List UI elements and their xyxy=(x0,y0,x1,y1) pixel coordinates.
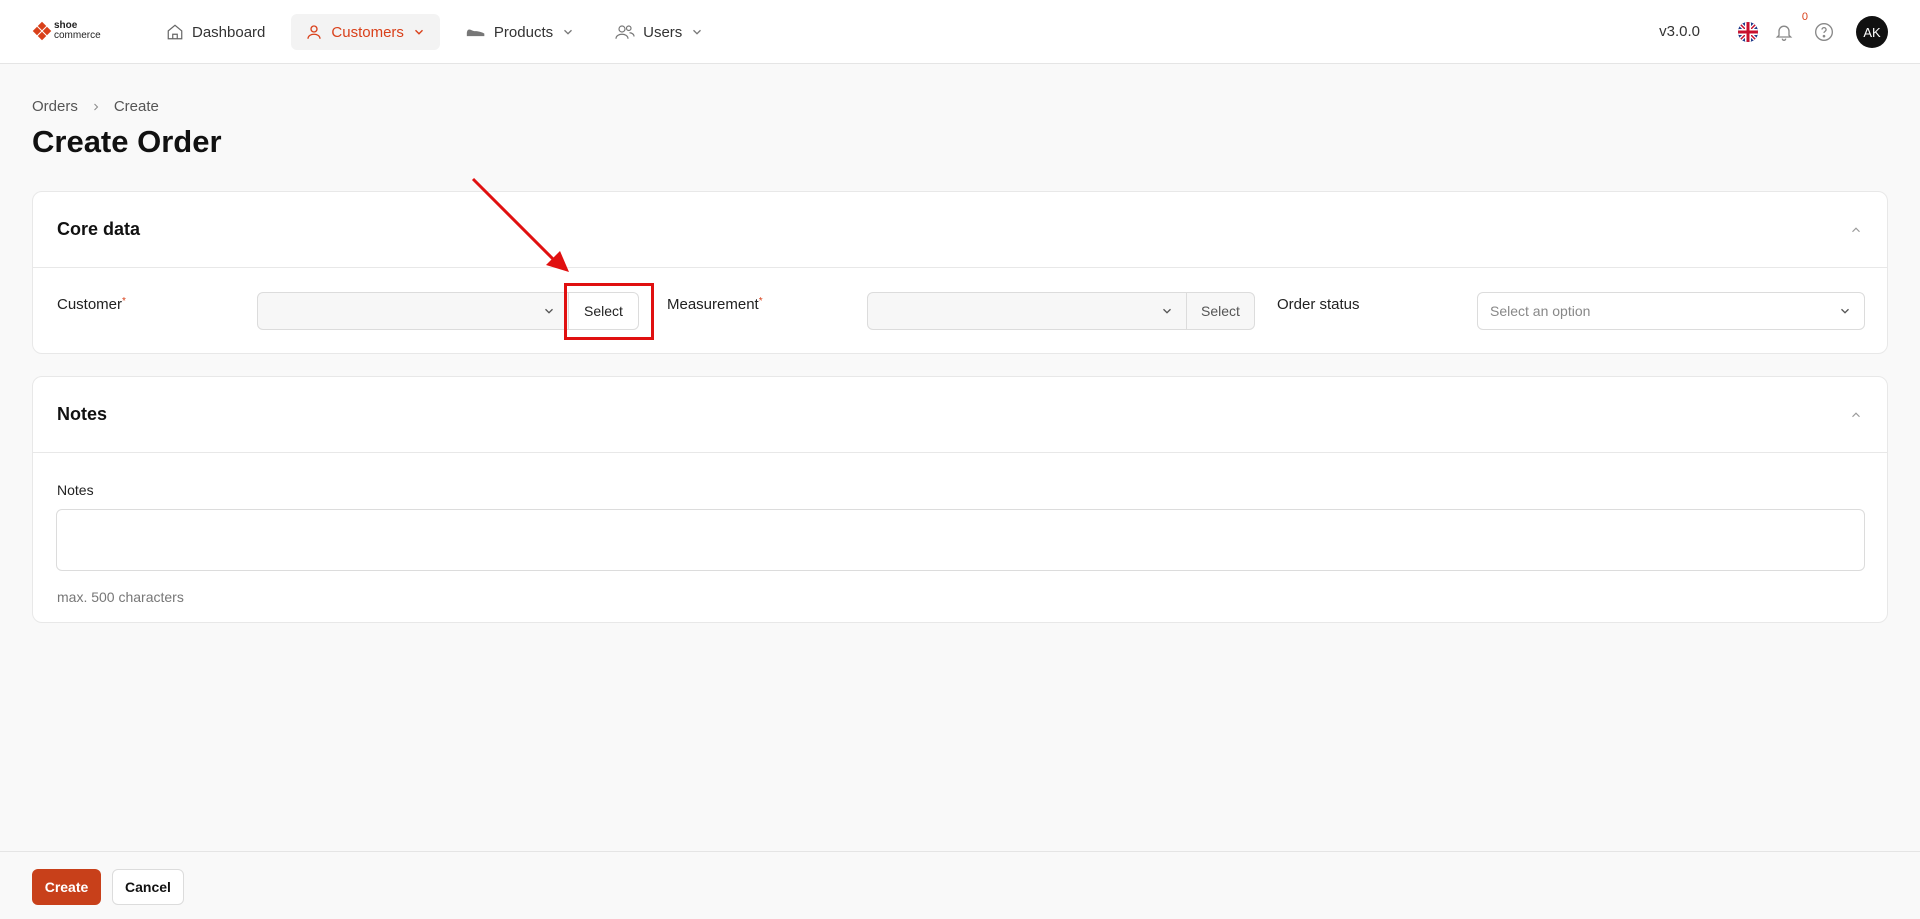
breadcrumb-orders-link[interactable]: Orders xyxy=(32,98,78,115)
nav-item-customers[interactable]: Customers xyxy=(291,14,440,50)
home-icon xyxy=(167,24,183,40)
notes-section: Notes Notes max. 500 characters xyxy=(32,376,1888,623)
page-title: Create Order xyxy=(32,124,222,159)
logo-mark-icon xyxy=(32,21,52,41)
logo-text-line2: commerce xyxy=(54,30,101,41)
chevron-down-icon xyxy=(693,29,702,35)
core-data-header[interactable]: Core data xyxy=(33,192,1887,268)
order-status-label: Order status xyxy=(1277,296,1360,313)
order-status-placeholder: Select an option xyxy=(1490,303,1591,319)
order-status-select[interactable]: Select an option xyxy=(1477,292,1865,330)
breadcrumb: Orders Create xyxy=(32,98,159,115)
uk-flag-icon[interactable] xyxy=(1738,22,1758,42)
user-icon xyxy=(307,25,322,39)
top-navigation-bar: shoe commerce Dashboard Customers Produc… xyxy=(0,0,1920,64)
users-icon xyxy=(615,25,635,39)
notes-character-hint: max. 500 characters xyxy=(57,589,184,605)
avatar[interactable]: AK xyxy=(1856,16,1888,48)
shoe-commerce-logo[interactable]: shoe commerce xyxy=(32,21,101,41)
app-version: v3.0.0 xyxy=(1659,23,1700,40)
help-icon[interactable] xyxy=(1814,22,1834,42)
required-mark: * xyxy=(758,296,763,307)
annotation-highlight-box xyxy=(564,283,654,340)
core-data-section: Core data Customer* Select Measurement* … xyxy=(32,191,1888,354)
shoe-icon xyxy=(466,29,485,37)
required-mark: * xyxy=(122,296,126,307)
chevron-down-icon xyxy=(1841,308,1849,314)
chevron-up-icon[interactable] xyxy=(1849,408,1863,422)
nav-label-dashboard: Dashboard xyxy=(192,23,266,41)
notification-count: 0 xyxy=(1801,11,1808,23)
nav-item-dashboard[interactable]: Dashboard xyxy=(152,14,279,50)
create-button[interactable]: Create xyxy=(32,869,101,905)
chevron-down-icon xyxy=(1163,308,1171,314)
nav-item-products[interactable]: Products xyxy=(452,14,589,50)
notes-field-label: Notes xyxy=(57,482,94,498)
chevron-down-icon xyxy=(414,29,423,35)
chevron-up-icon[interactable] xyxy=(1849,223,1863,237)
chevron-down-icon xyxy=(564,29,573,35)
cancel-button[interactable]: Cancel xyxy=(112,869,184,905)
nav-label-customers: Customers xyxy=(331,23,404,41)
nav-label-users: Users xyxy=(643,23,683,41)
nav-item-users[interactable]: Users xyxy=(601,14,718,50)
customer-label: Customer* xyxy=(57,296,126,313)
measurement-select[interactable] xyxy=(867,292,1187,330)
notes-title: Notes xyxy=(57,404,108,424)
customer-select[interactable] xyxy=(257,292,569,330)
breadcrumb-current: Create xyxy=(113,98,159,115)
bell-icon[interactable] xyxy=(1774,22,1794,42)
notes-header[interactable]: Notes xyxy=(33,377,1887,453)
chevron-right-icon xyxy=(93,103,99,110)
notes-textarea[interactable] xyxy=(56,509,1865,571)
core-data-title: Core data xyxy=(57,219,141,239)
chevron-down-icon xyxy=(545,308,553,314)
main-nav: Dashboard Customers Products Users xyxy=(152,14,730,50)
form-footer: Create Cancel xyxy=(0,851,1920,919)
nav-label-products: Products xyxy=(493,23,554,41)
measurement-label: Measurement* xyxy=(667,296,763,313)
measurement-select-button[interactable]: Select xyxy=(1187,292,1255,330)
